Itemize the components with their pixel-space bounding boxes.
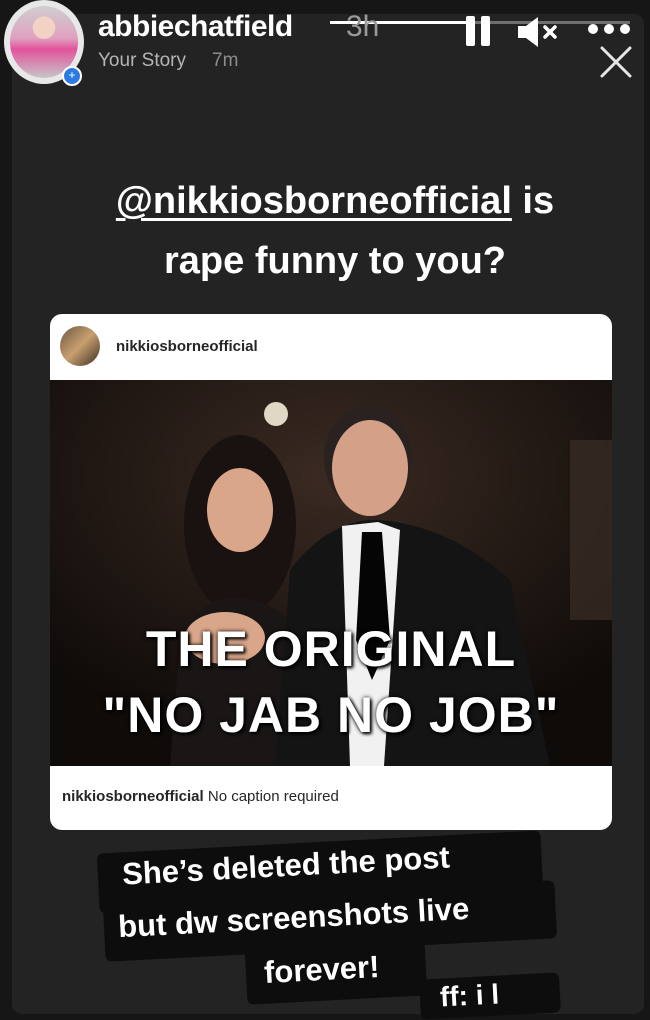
caption-text: No caption required: [203, 788, 339, 805]
embedded-post-card[interactable]: nikkiosborneofficial THE ORIGINAL "NO JA…: [50, 314, 612, 830]
sticker-text-partial: ff: i l: [439, 978, 500, 1013]
caption-username: nikkiosborneofficial: [62, 788, 204, 805]
story-time-ago: 3h: [346, 10, 380, 43]
more-dots-icon[interactable]: [584, 14, 634, 42]
meme-text-line-2: "NO JAB NO JOB": [102, 687, 560, 743]
post-username: nikkiosborneofficial: [116, 338, 258, 355]
post-avatar: [60, 326, 100, 366]
headline-line-2: rape funny to you?: [164, 240, 506, 282]
headline-line-1: @nikkiosborneofficial is: [40, 180, 630, 223]
meme-text-line-1: THE ORIGINAL: [145, 621, 517, 677]
pause-icon[interactable]: [464, 14, 494, 48]
mute-icon[interactable]: [514, 14, 562, 50]
story-subtitle: Your Story: [98, 50, 187, 71]
headline-suffix: is: [511, 180, 555, 222]
add-story-icon: +: [62, 66, 82, 86]
close-icon[interactable]: [598, 44, 634, 80]
sticker-text-line-3[interactable]: forever!: [263, 949, 380, 991]
story-subtitle-time: 7m: [212, 50, 239, 71]
post-caption: nikkiosborneofficial No caption required: [62, 788, 339, 805]
story-username[interactable]: abbiechatfield: [98, 10, 293, 44]
post-image: THE ORIGINAL "NO JAB NO JOB": [50, 380, 612, 766]
mention-link[interactable]: @nikkiosborneofficial: [116, 180, 512, 222]
